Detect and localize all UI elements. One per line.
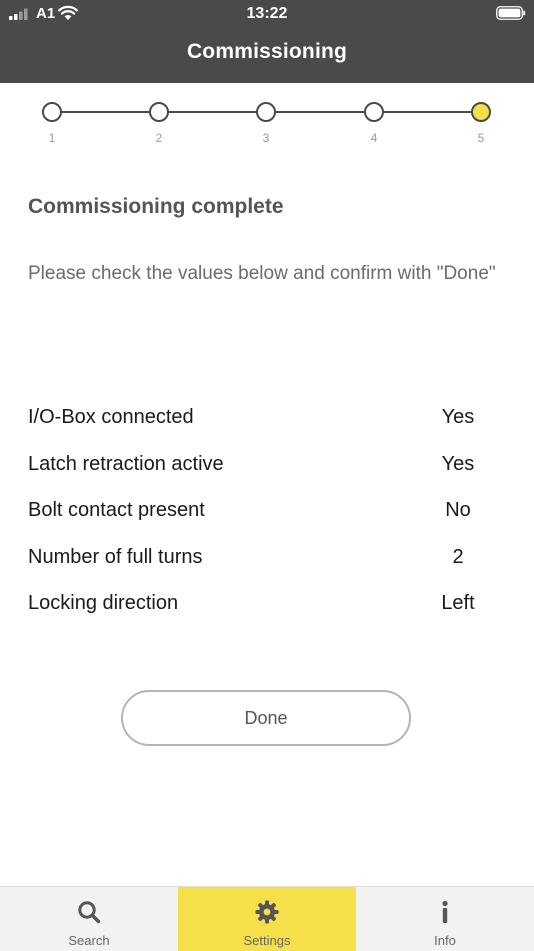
tab-label: Info xyxy=(434,933,456,948)
info-icon xyxy=(442,900,448,923)
step-number: 3 xyxy=(262,131,270,145)
commissioning-values-list: I/O-Box connected Yes Latch retraction a… xyxy=(28,402,498,635)
value-label: Locking direction xyxy=(28,592,179,614)
step-number: 4 xyxy=(370,131,378,145)
bottom-tab-bar: Search Settings Info xyxy=(0,886,534,951)
step-1-indicator xyxy=(42,102,62,122)
step-4-indicator xyxy=(364,102,384,122)
value-text: Yes xyxy=(441,452,475,475)
step-3-indicator xyxy=(256,102,276,122)
step-5-indicator-current xyxy=(471,102,491,122)
value-row: I/O-Box connected Yes xyxy=(28,402,498,449)
app-header: A1 13:22 Commissioning xyxy=(0,0,534,83)
stepper-connector xyxy=(383,111,472,113)
value-text: Yes xyxy=(441,406,475,428)
value-row: Bolt contact present No xyxy=(28,495,498,542)
value-label: Bolt contact present xyxy=(28,499,205,521)
section-heading: Commissioning complete xyxy=(28,195,284,218)
tab-label: Search xyxy=(68,933,110,948)
stepper-connector xyxy=(275,111,365,113)
status-time: 13:22 xyxy=(246,5,288,22)
value-label: I/O-Box connected xyxy=(28,406,194,428)
status-bar: A1 13:22 xyxy=(0,0,534,28)
value-row: Locking direction Left xyxy=(28,588,498,635)
value-text: 2 xyxy=(452,545,464,568)
done-button[interactable]: Done xyxy=(121,690,411,746)
value-text: Left xyxy=(441,592,475,614)
step-2-indicator xyxy=(149,102,169,122)
page-title: Commissioning xyxy=(186,40,348,63)
progress-stepper: 1 2 3 4 5 xyxy=(0,100,534,150)
tab-info[interactable]: Info xyxy=(356,887,534,951)
stepper-connector xyxy=(60,111,150,113)
step-number: 2 xyxy=(155,131,163,145)
value-row: Number of full turns 2 xyxy=(28,542,498,589)
search-icon xyxy=(78,901,101,924)
battery-icon xyxy=(496,6,526,20)
value-row: Latch retraction active Yes xyxy=(28,449,498,496)
tab-search[interactable]: Search xyxy=(0,887,178,951)
gear-icon xyxy=(255,900,279,924)
tab-settings[interactable]: Settings xyxy=(178,887,356,951)
instruction-text: Please check the values below and confir… xyxy=(28,263,496,284)
tab-label: Settings xyxy=(243,933,291,948)
value-label: Number of full turns xyxy=(28,545,203,568)
step-number: 5 xyxy=(477,131,485,145)
value-label: Latch retraction active xyxy=(28,452,224,475)
value-text: No xyxy=(445,499,471,521)
step-number: 1 xyxy=(48,131,56,145)
stepper-connector xyxy=(168,111,257,113)
